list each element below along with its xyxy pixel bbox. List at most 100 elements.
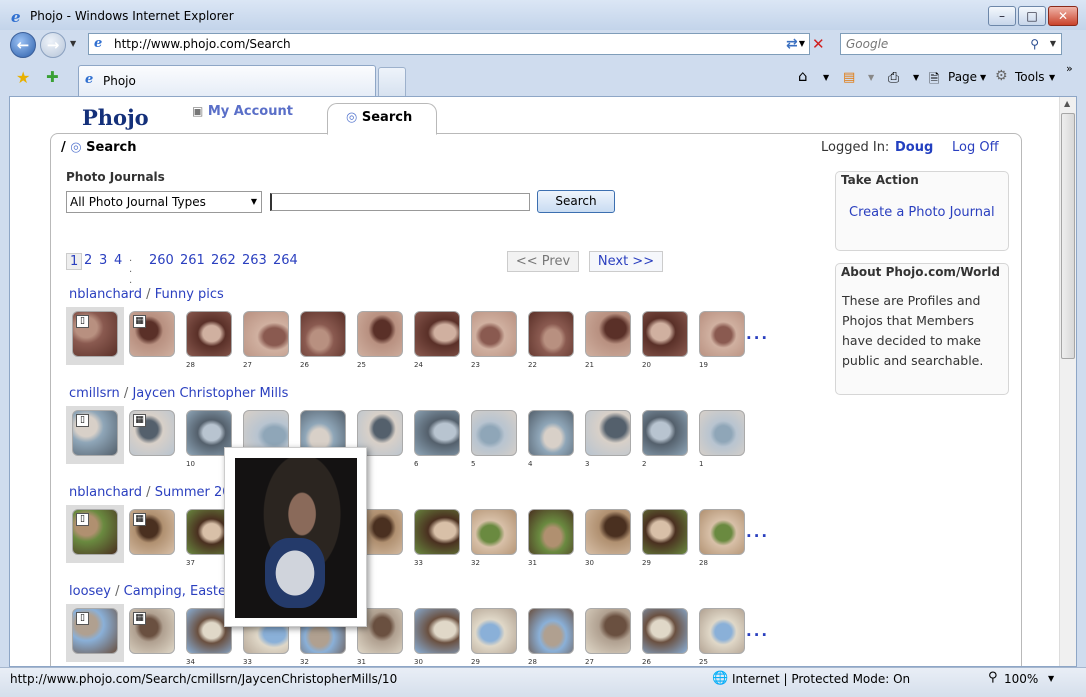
page-link-1[interactable]: 1: [66, 253, 83, 270]
page-link-4[interactable]: 4: [114, 253, 122, 268]
search-submit-button[interactable]: Search: [537, 190, 615, 213]
minimize-button[interactable]: –: [988, 6, 1016, 26]
zoom-level[interactable]: 100%: [1004, 672, 1038, 686]
photo-thumbnail[interactable]: [642, 410, 688, 456]
stop-icon[interactable]: ✕: [812, 35, 825, 53]
address-dropdown-icon[interactable]: ▼: [799, 34, 805, 54]
next-button[interactable]: Next >>: [589, 251, 663, 272]
more-photos-link[interactable]: ...: [746, 622, 769, 640]
journal-user-link[interactable]: cmillsrn: [69, 386, 120, 401]
photo-thumbnail[interactable]: [414, 509, 460, 555]
profile-thumbnail[interactable]: ▯: [72, 410, 118, 456]
print-icon[interactable]: ⎙: [888, 70, 899, 86]
photo-thumbnail[interactable]: [585, 608, 631, 654]
favorites-star-icon[interactable]: ★: [16, 68, 30, 87]
feeds-icon[interactable]: ▤: [843, 70, 855, 85]
page-link-2[interactable]: 2: [84, 253, 92, 268]
forward-button[interactable]: →: [40, 32, 66, 58]
search-icon[interactable]: ⚲: [1030, 34, 1039, 54]
journal-title-link[interactable]: Camping, Easter: [124, 584, 232, 599]
photo-thumbnail[interactable]: [300, 311, 346, 357]
journal-title-link[interactable]: Funny pics: [155, 287, 224, 302]
journal-title-link[interactable]: Summer 20: [155, 485, 231, 500]
journal-type-select[interactable]: All Photo Journal Types ▼: [66, 191, 262, 213]
photo-thumbnail[interactable]: [471, 608, 517, 654]
photo-thumbnail[interactable]: [642, 311, 688, 357]
photo-thumbnail[interactable]: [243, 311, 289, 357]
photo-thumbnail[interactable]: [642, 509, 688, 555]
page-link-263[interactable]: 263: [242, 253, 267, 268]
photo-thumbnail[interactable]: [585, 410, 631, 456]
home-icon[interactable]: ⌂: [798, 67, 808, 85]
page-link-261[interactable]: 261: [180, 253, 205, 268]
browser-tab-active[interactable]: e Phojo: [78, 65, 376, 96]
photo-thumbnail[interactable]: [471, 410, 517, 456]
journal-user-link[interactable]: loosey: [69, 584, 111, 599]
scrollbar-thumb[interactable]: [1061, 113, 1075, 359]
photo-thumbnail[interactable]: [414, 311, 460, 357]
profile-thumbnail[interactable]: ▯: [72, 311, 118, 357]
photo-thumbnail[interactable]: [699, 509, 745, 555]
prev-button[interactable]: << Prev: [507, 251, 579, 272]
search-box[interactable]: Google ⚲ ▼: [840, 33, 1062, 55]
photo-thumbnail[interactable]: [699, 410, 745, 456]
page-link-264[interactable]: 264: [273, 253, 298, 268]
tab-search[interactable]: ◎ Search: [327, 103, 437, 135]
site-logo[interactable]: Phojo: [82, 105, 149, 130]
home-dropdown-icon[interactable]: ▼: [823, 73, 829, 82]
tools-dropdown-icon[interactable]: ▼: [1049, 73, 1055, 82]
photo-thumbnail[interactable]: [699, 608, 745, 654]
photo-thumbnail[interactable]: [414, 608, 460, 654]
photo-thumbnail[interactable]: [186, 311, 232, 357]
page-menu[interactable]: Page: [948, 70, 977, 84]
address-bar[interactable]: e http://www.phojo.com/Search ▼: [88, 33, 810, 55]
journal-cover-thumbnail[interactable]: ▦: [129, 608, 175, 654]
history-dropdown-icon[interactable]: ▼: [70, 39, 76, 48]
vertical-scrollbar[interactable]: ▲: [1059, 97, 1076, 666]
toolbar-overflow-icon[interactable]: »: [1066, 62, 1073, 75]
photo-thumbnail[interactable]: [357, 311, 403, 357]
photo-thumbnail[interactable]: [471, 311, 517, 357]
search-query-input[interactable]: [270, 193, 530, 211]
feeds-dropdown-icon[interactable]: ▼: [868, 73, 874, 82]
zoom-dropdown-icon[interactable]: ▼: [1048, 674, 1054, 683]
page-link-260[interactable]: 260: [149, 253, 174, 268]
more-photos-link[interactable]: ...: [746, 523, 769, 541]
journal-user-link[interactable]: nblanchard: [69, 485, 142, 500]
photo-thumbnail[interactable]: [528, 410, 574, 456]
close-button[interactable]: ✕: [1048, 6, 1078, 26]
photo-thumbnail[interactable]: [528, 608, 574, 654]
photo-thumbnail[interactable]: [414, 410, 460, 456]
print-dropdown-icon[interactable]: ▼: [913, 73, 919, 82]
photo-thumbnail[interactable]: [642, 608, 688, 654]
page-link-3[interactable]: 3: [99, 253, 107, 268]
photo-thumbnail[interactable]: [699, 311, 745, 357]
new-tab-button[interactable]: [378, 67, 406, 96]
journal-cover-thumbnail[interactable]: ▦: [129, 410, 175, 456]
journal-user-link[interactable]: nblanchard: [69, 287, 142, 302]
create-journal-link[interactable]: Create a Photo Journal: [849, 205, 995, 220]
photo-thumbnail[interactable]: [528, 509, 574, 555]
scroll-up-icon[interactable]: ▲: [1064, 99, 1070, 108]
tools-menu[interactable]: Tools: [1015, 70, 1045, 84]
search-dropdown-icon[interactable]: ▼: [1050, 34, 1056, 54]
photo-thumbnail[interactable]: [585, 311, 631, 357]
maximize-button[interactable]: □: [1018, 6, 1046, 26]
profile-thumbnail[interactable]: ▯: [72, 509, 118, 555]
photo-thumbnail[interactable]: [528, 311, 574, 357]
more-photos-link[interactable]: ...: [746, 325, 769, 343]
logoff-link[interactable]: Log Off: [952, 140, 999, 155]
profile-thumbnail[interactable]: ▯: [72, 608, 118, 654]
journal-cover-thumbnail[interactable]: ▦: [129, 311, 175, 357]
page-link-262[interactable]: 262: [211, 253, 236, 268]
tab-my-account[interactable]: ▣ My Account: [192, 104, 293, 119]
journal-cover-thumbnail[interactable]: ▦: [129, 509, 175, 555]
user-link[interactable]: Doug: [895, 140, 933, 155]
journal-title-link[interactable]: Jaycen Christopher Mills: [132, 386, 288, 401]
back-button[interactable]: ←: [10, 32, 36, 58]
photo-thumbnail[interactable]: [471, 509, 517, 555]
refresh-icon[interactable]: ⇄: [786, 36, 798, 52]
photo-thumbnail[interactable]: [585, 509, 631, 555]
add-favorite-icon[interactable]: ✚: [46, 68, 59, 86]
page-dropdown-icon[interactable]: ▼: [980, 73, 986, 82]
